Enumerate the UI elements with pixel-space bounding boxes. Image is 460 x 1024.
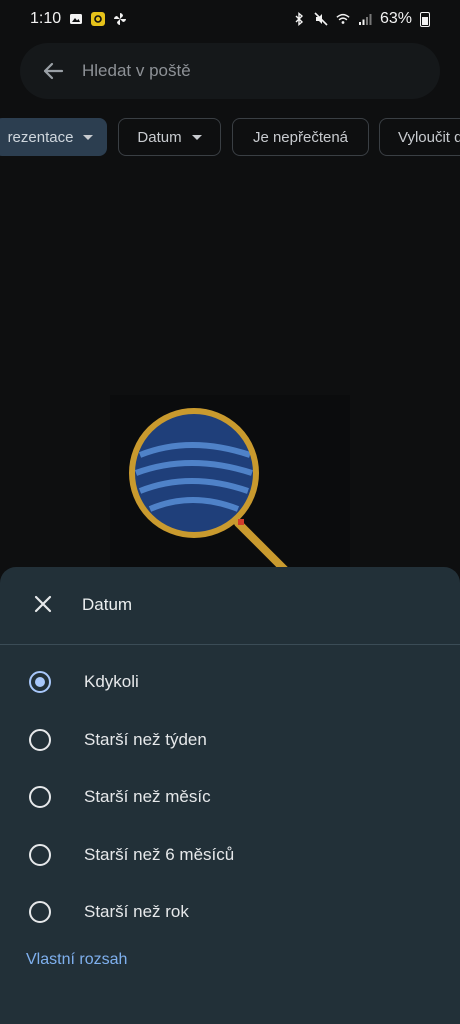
filter-chips: rezentace Datum Je nepřečtená Vyloučit d: [0, 118, 460, 158]
search-input[interactable]: Hledat v poště: [82, 61, 191, 81]
notification-app-icon: [91, 12, 106, 26]
filter-chip-attachment-type[interactable]: rezentace: [0, 118, 107, 156]
sheet-title: Datum: [82, 595, 133, 614]
battery-icon: [420, 11, 430, 27]
date-filter-sheet: Datum Kdykoli Starší než týden Starší ne…: [0, 567, 460, 1024]
wifi-icon: [336, 13, 350, 24]
option-label: Starší než měsíc: [84, 787, 211, 806]
radio-icon[interactable]: [29, 844, 51, 866]
status-left: 1:10: [30, 10, 127, 28]
chevron-down-icon: [83, 134, 94, 140]
option-label: Starší než týden: [84, 730, 207, 749]
divider: [0, 644, 460, 645]
radio-icon[interactable]: [29, 729, 51, 751]
option-label: Kdykoli: [84, 672, 139, 691]
image-icon: [70, 14, 83, 24]
radio-icon[interactable]: [29, 901, 51, 923]
mute-icon: [314, 12, 328, 26]
option-older-than-week[interactable]: Starší než týden: [0, 715, 460, 765]
status-time: 1:10: [30, 10, 62, 27]
search-bar[interactable]: Hledat v poště: [20, 43, 440, 99]
pinwheel-icon: [114, 13, 127, 25]
radio-icon[interactable]: [29, 786, 51, 808]
filter-chip-label: Datum: [137, 128, 182, 146]
filter-chip-label: Je nepřečtená: [252, 128, 349, 146]
status-bar: 1:10 63%: [0, 0, 460, 38]
option-older-than-year[interactable]: Starší než rok: [0, 887, 460, 937]
close-icon[interactable]: [33, 594, 53, 614]
filter-chip-label: rezentace: [7, 128, 74, 146]
filter-chip-label: Vyloučit d: [398, 128, 460, 146]
radio-selected-icon[interactable]: [29, 671, 51, 693]
signal-icon: [358, 14, 372, 25]
option-label: Starší než 6 měsíců: [84, 845, 235, 864]
chevron-down-icon: [191, 134, 202, 140]
magnifier-illustration: [110, 395, 350, 595]
filter-chip-exclude[interactable]: Vyloučit d: [379, 118, 460, 156]
option-anytime[interactable]: Kdykoli: [0, 657, 460, 707]
back-arrow-icon[interactable]: [42, 60, 64, 82]
option-older-than-month[interactable]: Starší než měsíc: [0, 772, 460, 822]
filter-chip-unread[interactable]: Je nepřečtená: [232, 118, 369, 156]
battery-percentage: 63%: [379, 10, 412, 27]
status-right: 63%: [292, 10, 430, 28]
custom-range-link[interactable]: Vlastní rozsah: [26, 951, 127, 969]
filter-chip-date[interactable]: Datum: [118, 118, 221, 156]
option-older-than-6-months[interactable]: Starší než 6 měsíců: [0, 830, 460, 880]
option-label: Starší než rok: [84, 902, 189, 921]
bluetooth-icon: [295, 12, 304, 26]
